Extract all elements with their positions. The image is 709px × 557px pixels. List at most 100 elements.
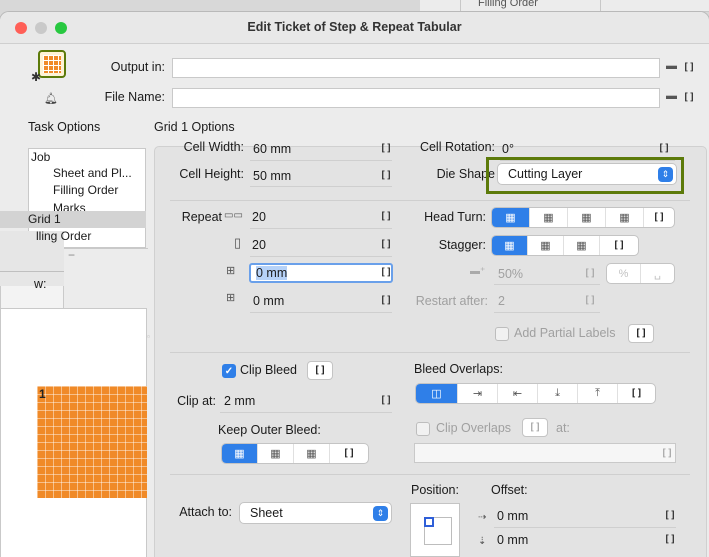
- splitter-handle[interactable]: ▫: [147, 332, 150, 341]
- keep-outer-bleed-top-icon[interactable]: ▦: [294, 444, 330, 463]
- bleed-overlap-none-icon[interactable]: ◫: [416, 384, 458, 403]
- horizontal-gap-icon: ⊞: [226, 265, 236, 277]
- die-shape-value: Cutting Layer: [508, 167, 583, 181]
- clip-at-label: Clip at:: [177, 394, 216, 408]
- clip-overlaps-label: Clip Overlaps: [436, 421, 512, 435]
- keep-outer-bleed-sides-icon[interactable]: ▦: [258, 444, 294, 463]
- head-turn-custom-icon[interactable]: ▦: [606, 208, 644, 227]
- grid-options-title: Grid 1 Options: [154, 120, 235, 134]
- task-item-filling-order[interactable]: Filling Order: [53, 183, 118, 197]
- vertical-gap-icon: ⊞: [226, 292, 236, 304]
- keep-outer-bleed-all-icon[interactable]: ▦: [222, 444, 258, 463]
- keep-outer-bleed-variable[interactable]: []: [330, 444, 368, 463]
- stagger-unit-segmented[interactable]: % ␣: [606, 263, 675, 284]
- repeat-vertical-field[interactable]: 20: [252, 238, 266, 252]
- clip-overlaps-checkbox[interactable]: [416, 422, 430, 436]
- cell-rotation-label: Cell Rotation:: [419, 140, 495, 154]
- gap-v-variable[interactable]: []: [380, 295, 392, 306]
- repeat-horizontal-field[interactable]: 20: [252, 210, 266, 224]
- position-label: Position:: [411, 483, 459, 497]
- clip-bleed-checkbox[interactable]: ✓: [222, 364, 236, 378]
- bleed-overlap-left-icon[interactable]: ⇤: [498, 384, 538, 403]
- offset-y-field[interactable]: 0 mm: [497, 533, 528, 547]
- cell-rotation-variable[interactable]: []: [658, 143, 670, 154]
- stagger-vertical-icon[interactable]: ▦: [528, 236, 564, 255]
- vertical-repeat-icon: ▯: [234, 235, 242, 250]
- offset-label: Offset:: [491, 483, 528, 497]
- keep-outer-bleed-segmented[interactable]: ▦ ▦ ▦ []: [221, 443, 369, 464]
- clip-overlaps-field-variable[interactable]: []: [661, 448, 673, 459]
- task-item-sheet[interactable]: Sheet and Pl...: [53, 166, 132, 180]
- output-variable-button[interactable]: []: [683, 62, 695, 73]
- die-shape-select[interactable]: Cutting Layer ⇕: [497, 163, 677, 185]
- cell-width-field[interactable]: 60 mm: [253, 142, 291, 156]
- folder-icon[interactable]: ▬: [666, 60, 677, 72]
- head-turn-alt-col-icon[interactable]: ▦: [530, 208, 568, 227]
- stagger-value-variable[interactable]: []: [584, 268, 596, 279]
- preview-index: 1: [39, 387, 46, 401]
- head-turn-label: Head Turn:: [424, 210, 486, 224]
- bleed-overlaps-segmented[interactable]: ◫ ⇥ ⇤ ⤓ ⤒ []: [415, 383, 656, 404]
- position-picker[interactable]: [410, 503, 460, 557]
- head-turn-variable[interactable]: []: [644, 208, 674, 227]
- repeat-v-variable[interactable]: []: [380, 239, 392, 250]
- clip-at-variable[interactable]: []: [380, 395, 392, 406]
- head-turn-segmented[interactable]: ▦ ▦ ▦ ▦ []: [491, 207, 675, 228]
- head-turn-none-icon[interactable]: ▦: [492, 208, 530, 227]
- cell-height-variable[interactable]: []: [380, 170, 392, 181]
- clip-at-field[interactable]: 2 mm: [224, 394, 255, 408]
- bell-icon[interactable]: 🔔︎: [44, 92, 58, 105]
- partial-labels-variable[interactable]: []: [628, 324, 654, 343]
- restart-after-variable[interactable]: []: [584, 295, 596, 306]
- task-item-job[interactable]: Job: [31, 150, 50, 164]
- add-partial-labels-checkbox[interactable]: [495, 327, 509, 341]
- percent-unit[interactable]: %: [607, 264, 641, 283]
- restart-after-field[interactable]: 2: [498, 294, 505, 308]
- preview-area: 1: [0, 308, 147, 557]
- bleed-overlap-bottom-icon[interactable]: ⤓: [538, 384, 578, 403]
- horizontal-repeat-icon: ▭▭: [224, 210, 243, 221]
- clip-overlaps-variable[interactable]: []: [522, 418, 548, 437]
- filename-label: File Name:: [104, 90, 165, 104]
- stagger-value-field[interactable]: 50%: [498, 267, 523, 281]
- offset-x-icon: ⇢: [478, 512, 487, 523]
- stagger-none-icon[interactable]: ▦: [492, 236, 528, 255]
- stagger-segmented[interactable]: ▦ ▦ ▦ []: [491, 235, 639, 256]
- offset-x-variable[interactable]: []: [664, 510, 676, 521]
- list-toolbar: −: [64, 248, 148, 266]
- bleed-overlap-top-icon[interactable]: ⤒: [578, 384, 618, 403]
- clip-overlaps-field[interactable]: [414, 443, 676, 463]
- task-item-grid1[interactable]: Grid 1: [28, 212, 61, 226]
- bleed-overlaps-variable[interactable]: []: [618, 384, 655, 403]
- length-unit-icon[interactable]: ␣: [641, 264, 674, 283]
- task-item-grid-filling-order[interactable]: lling Order: [36, 229, 91, 243]
- repeat-h-variable[interactable]: []: [380, 211, 392, 222]
- cell-width-variable[interactable]: []: [380, 143, 392, 154]
- head-turn-alt-row-icon[interactable]: ▦: [568, 208, 606, 227]
- offset-x-field[interactable]: 0 mm: [497, 509, 528, 523]
- folder-icon[interactable]: ▬: [666, 90, 677, 102]
- output-label: Output in:: [110, 60, 165, 74]
- output-field[interactable]: [172, 58, 660, 78]
- preview-grid: [37, 386, 147, 498]
- position-anchor[interactable]: [424, 517, 434, 527]
- filename-variable-button[interactable]: []: [683, 92, 695, 103]
- chevron-updown-icon: ⇕: [373, 506, 388, 521]
- vertical-gap-field[interactable]: 0 mm: [253, 294, 284, 308]
- stagger-variable[interactable]: []: [600, 236, 638, 255]
- task-item-grid1-selected[interactable]: [0, 211, 146, 228]
- cell-width-label: Cell Width:: [183, 140, 244, 154]
- keep-outer-bleed-label: Keep Outer Bleed:: [218, 423, 321, 437]
- horizontal-gap-field[interactable]: 0 mm: [249, 263, 393, 283]
- clip-bleed-variable[interactable]: []: [307, 361, 333, 380]
- stagger-horizontal-icon[interactable]: ▦: [564, 236, 600, 255]
- bleed-overlap-right-icon[interactable]: ⇥: [458, 384, 498, 403]
- attach-to-select[interactable]: Sheet ⇕: [239, 502, 392, 524]
- filename-field[interactable]: [172, 88, 660, 108]
- cell-rotation-field[interactable]: 0°: [502, 142, 514, 156]
- gap-h-variable[interactable]: []: [380, 267, 392, 278]
- cell-height-field[interactable]: 50 mm: [253, 169, 291, 183]
- remove-task-button[interactable]: −: [68, 248, 75, 262]
- die-shape-label: Die Shape: [436, 167, 495, 181]
- offset-y-variable[interactable]: []: [664, 534, 676, 545]
